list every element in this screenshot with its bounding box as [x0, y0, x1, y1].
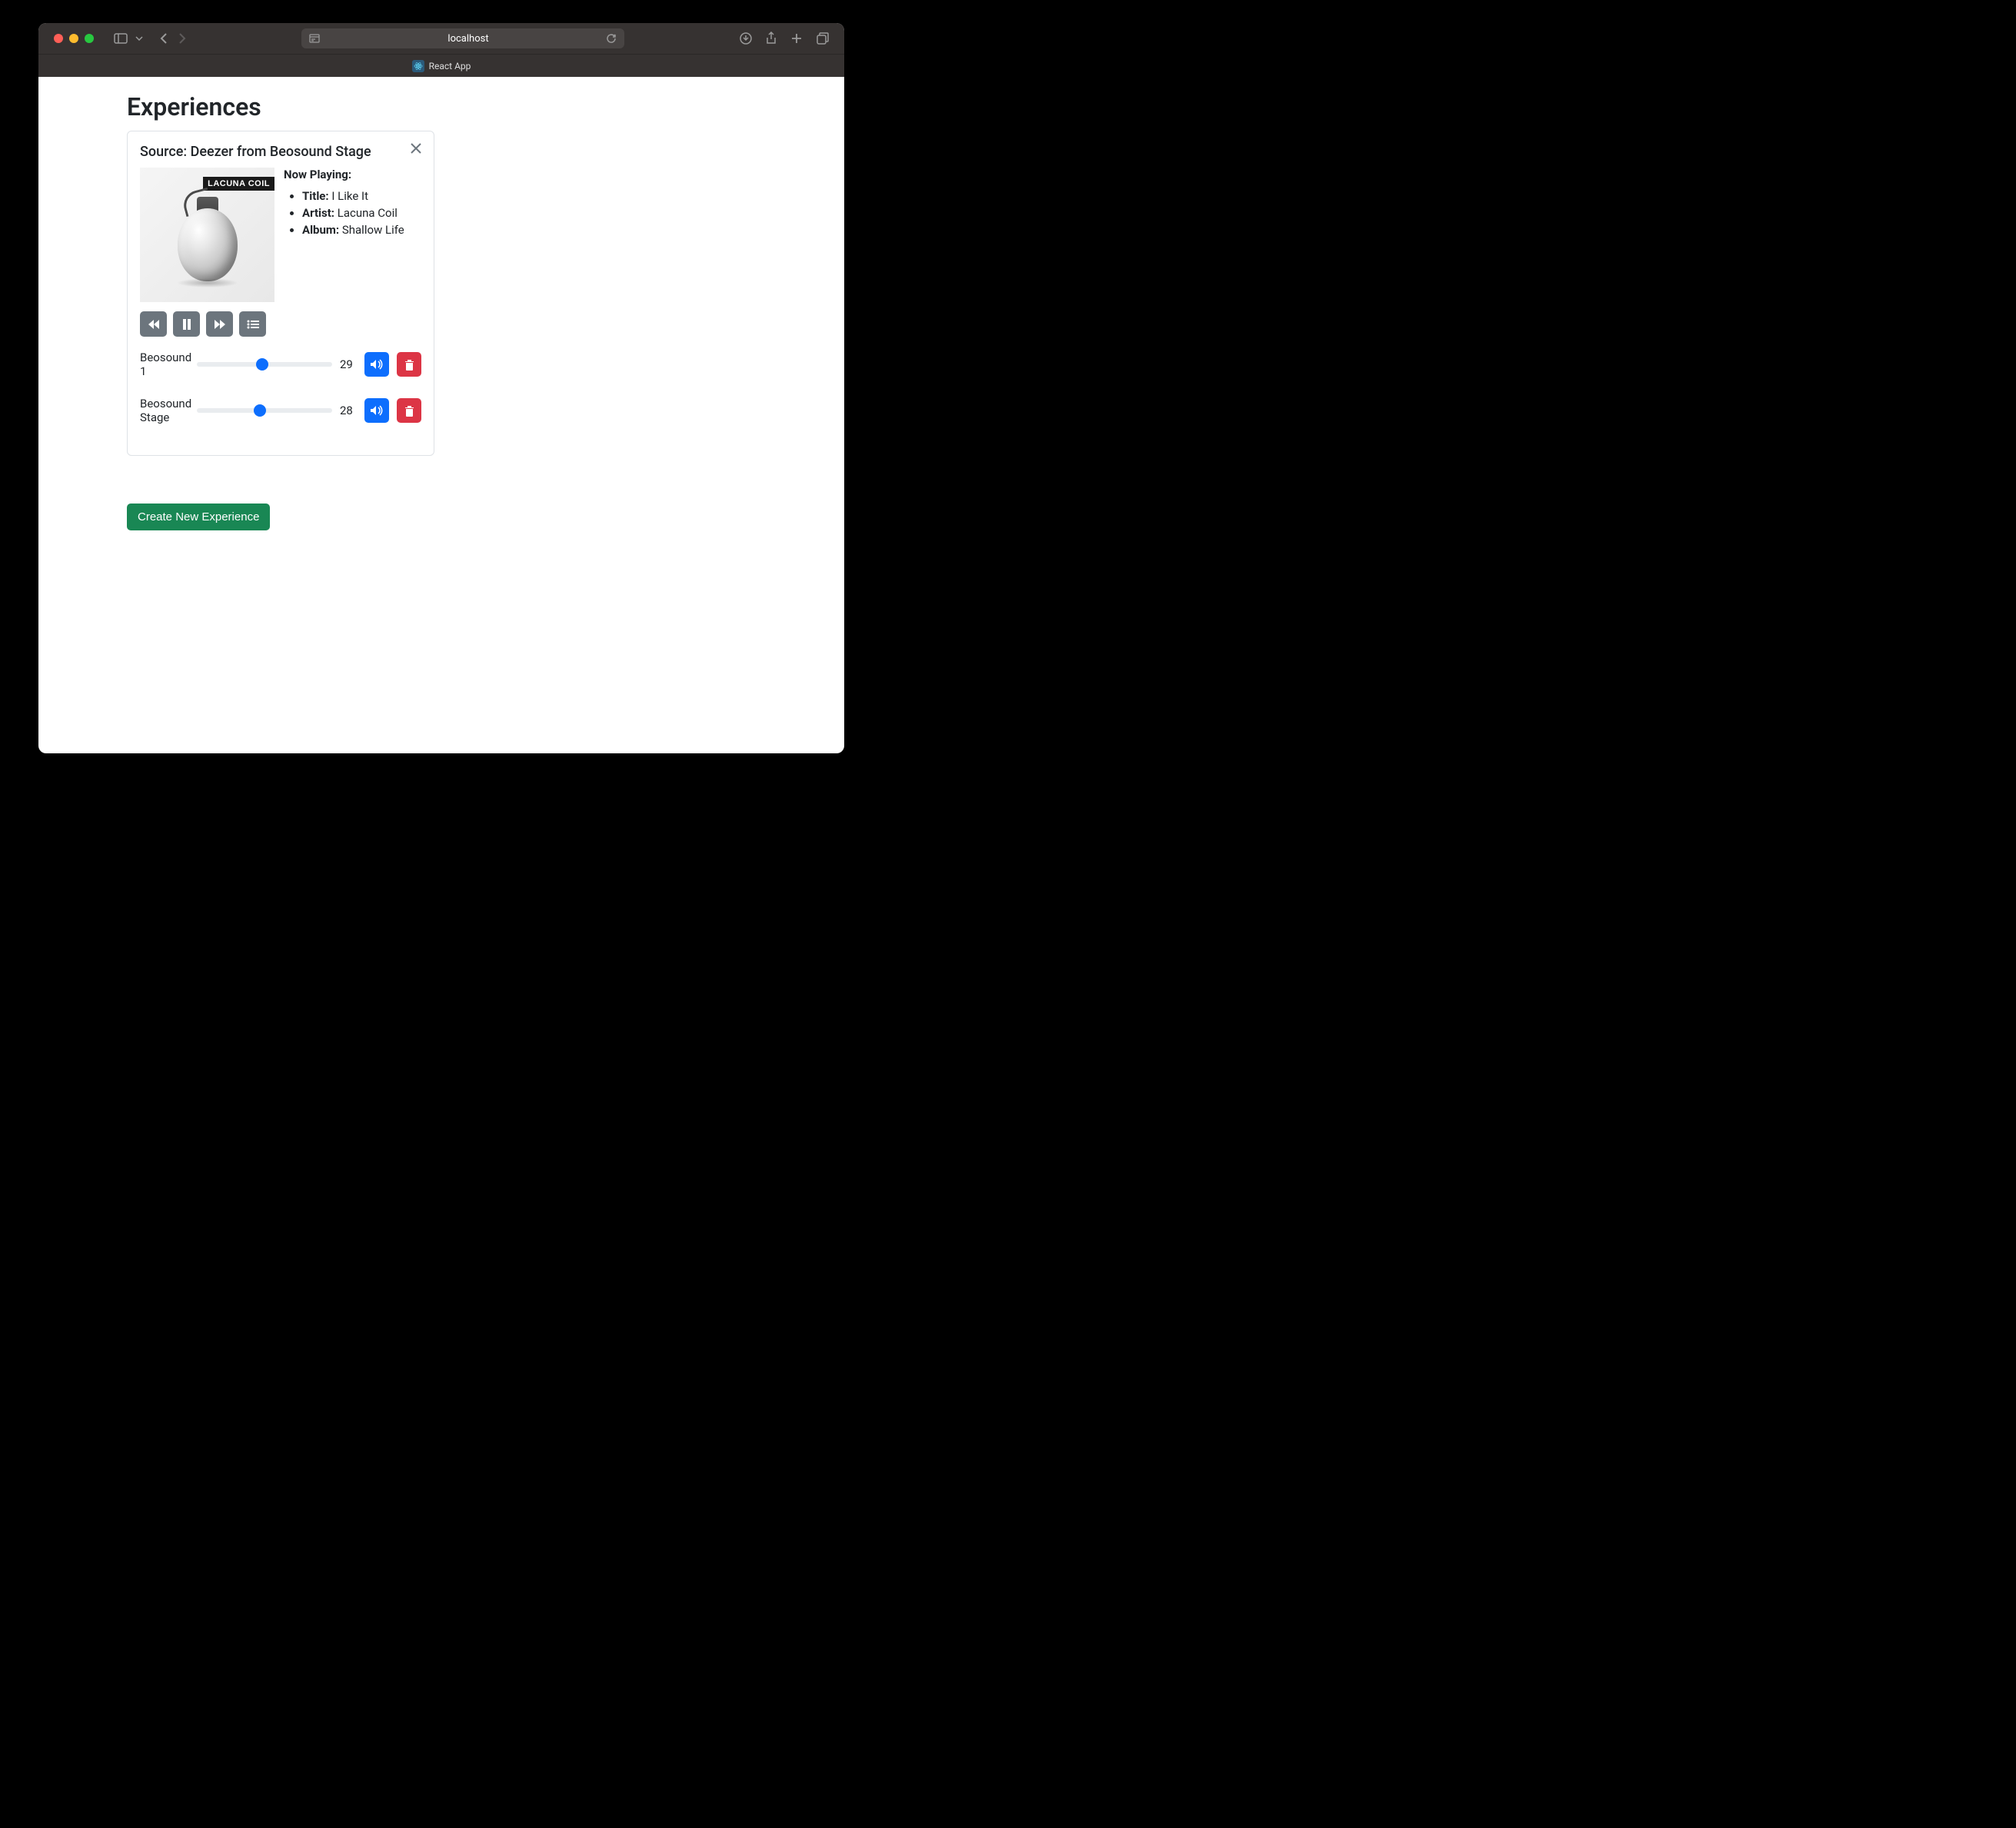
track-artist: Lacuna Coil	[338, 206, 398, 220]
volume-value: 28	[340, 404, 357, 417]
react-favicon	[412, 60, 424, 72]
volume-slider[interactable]	[197, 362, 332, 367]
sidebar-toggle-icon[interactable]	[114, 33, 128, 44]
volume-mute-button[interactable]	[364, 398, 389, 423]
browser-window: localhost React App	[38, 23, 844, 753]
tab-title[interactable]: React App	[429, 61, 471, 71]
volume-value: 29	[340, 357, 357, 371]
track-title-row: Title: I Like It	[302, 189, 421, 203]
queue-list-button[interactable]	[239, 311, 266, 337]
volume-device-name: Beosound Stage	[140, 397, 189, 424]
track-album: Shallow Life	[342, 223, 404, 237]
window-close-button[interactable]	[54, 34, 63, 43]
traffic-lights	[54, 34, 94, 43]
create-experience-button[interactable]: Create New Experience	[127, 504, 270, 530]
new-tab-icon[interactable]	[790, 32, 803, 45]
address-bar[interactable]: localhost	[301, 28, 624, 48]
downloads-icon[interactable]	[740, 32, 752, 45]
reload-icon[interactable]	[606, 33, 617, 44]
page-content: Experiences Source: Deezer from Beosound…	[38, 77, 844, 546]
forward-button[interactable]	[178, 32, 186, 45]
site-settings-icon[interactable]	[309, 34, 320, 43]
tabs-overview-icon[interactable]	[817, 32, 829, 45]
card-source-label: Source: Deezer from Beosound Stage	[140, 144, 421, 160]
track-artist-row: Artist: Lacuna Coil	[302, 206, 421, 220]
titlebar: localhost	[38, 23, 844, 54]
volume-device-name: Beosound 1	[140, 351, 189, 378]
album-label: Album:	[302, 223, 339, 237]
previous-track-button[interactable]	[140, 311, 167, 337]
tab-bar: React App	[38, 54, 844, 77]
page-heading: Experiences	[127, 92, 756, 121]
title-label: Title:	[302, 189, 329, 203]
artist-label: Artist:	[302, 206, 334, 220]
close-card-button[interactable]	[409, 141, 423, 159]
address-text: localhost	[447, 33, 488, 45]
window-minimize-button[interactable]	[69, 34, 78, 43]
album-art: LACUNA COIL	[140, 168, 274, 302]
track-title: I Like It	[331, 189, 368, 203]
volume-delete-button[interactable]	[397, 352, 421, 377]
volume-row: Beosound 1 29	[140, 351, 421, 378]
window-maximize-button[interactable]	[85, 34, 94, 43]
chevron-down-icon[interactable]	[135, 36, 143, 41]
volume-slider[interactable]	[197, 408, 332, 413]
now-playing-label: Now Playing:	[284, 168, 421, 181]
back-button[interactable]	[160, 32, 168, 45]
share-icon[interactable]	[766, 32, 777, 45]
next-track-button[interactable]	[206, 311, 233, 337]
volume-delete-button[interactable]	[397, 398, 421, 423]
track-album-row: Album: Shallow Life	[302, 223, 421, 237]
pause-button[interactable]	[173, 311, 200, 337]
experience-card: Source: Deezer from Beosound Stage LACUN…	[127, 131, 434, 456]
volume-mute-button[interactable]	[364, 352, 389, 377]
volume-row: Beosound Stage 28	[140, 397, 421, 424]
